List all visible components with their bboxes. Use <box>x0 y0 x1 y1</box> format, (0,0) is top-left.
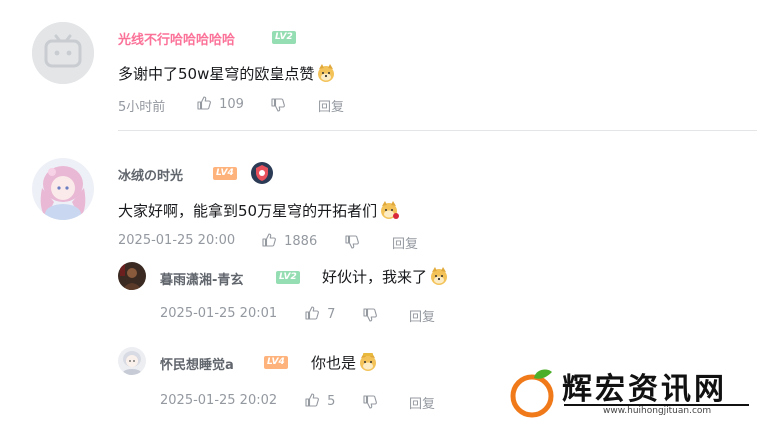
reply-button[interactable]: 回复 <box>392 233 418 252</box>
reply-text: 你也是 <box>311 354 357 372</box>
comment-text: 多谢中了50w星穹的欧皇点赞 <box>118 65 315 83</box>
level-badge: LV2 <box>272 31 296 44</box>
reply-time: 2025-01-25 20:02 <box>160 393 278 408</box>
username[interactable]: 光线不行哈哈哈哈哈 <box>118 29 235 48</box>
avatar[interactable] <box>32 22 94 84</box>
doge-emote-icon <box>318 64 335 82</box>
thumb-up-icon <box>305 393 319 407</box>
dislike-button[interactable] <box>362 307 378 327</box>
dark-avatar-icon <box>118 262 146 290</box>
like-button[interactable]: 7 <box>304 305 335 322</box>
avatar[interactable] <box>118 347 146 375</box>
watermark-text: 辉宏资讯网 <box>562 372 727 407</box>
default-avatar-icon <box>32 22 94 84</box>
level-badge: LV4 <box>213 167 237 180</box>
level-badge: LV4 <box>264 356 288 369</box>
thumb-up-icon <box>305 306 319 320</box>
anime-girl-avatar-icon <box>32 158 94 220</box>
dislike-button[interactable] <box>362 394 378 414</box>
divider <box>118 130 757 131</box>
like-count: 1886 <box>284 234 318 249</box>
doge-gold-emote-icon <box>360 353 377 371</box>
like-button[interactable]: 5 <box>304 392 335 409</box>
dislike-button[interactable] <box>344 234 360 254</box>
comment-time: 2025-01-25 20:00 <box>118 233 236 248</box>
username[interactable]: 暮雨潇湘-青玄 <box>160 269 243 288</box>
orange-logo-icon <box>510 369 554 418</box>
avatar[interactable] <box>32 158 94 220</box>
username[interactable]: 怀民想睡觉a <box>160 354 234 373</box>
reply-button[interactable]: 回复 <box>318 96 344 115</box>
like-count: 7 <box>327 307 336 322</box>
thumb-up-icon <box>197 96 211 110</box>
thumb-up-icon <box>262 233 276 247</box>
thumb-down-icon <box>345 235 359 249</box>
thumb-down-icon <box>363 395 377 409</box>
anime-avatar-icon <box>118 347 146 375</box>
reply-time: 2025-01-25 20:01 <box>160 306 278 321</box>
like-button[interactable]: 109 <box>196 95 244 112</box>
dislike-button[interactable] <box>270 97 286 117</box>
level-badge: LV2 <box>276 271 300 284</box>
username[interactable]: 冰绒の时光 <box>118 165 183 184</box>
avatar[interactable] <box>118 262 146 290</box>
doge-emote-icon <box>431 267 448 285</box>
like-button[interactable]: 1886 <box>261 232 317 249</box>
comment-text: 大家好啊，能拿到50万星穹的开拓者们 <box>118 202 378 220</box>
reply-button[interactable]: 回复 <box>409 306 435 325</box>
comment-content: 多谢中了50w星穹的欧皇点赞 <box>118 63 336 84</box>
reply-content: 好伙计，我来了 <box>322 266 449 287</box>
watermark-url: www.huihongjituan.com <box>600 406 715 416</box>
reply-content: 你也是 <box>311 352 378 373</box>
reply-text: 好伙计，我来了 <box>322 268 428 286</box>
shield-badge-icon <box>251 162 273 184</box>
doge-rose-emote-icon <box>381 201 400 219</box>
comment-time: 5小时前 <box>118 100 166 115</box>
thumb-down-icon <box>363 308 377 322</box>
like-count: 109 <box>219 97 244 112</box>
thumb-down-icon <box>271 98 285 112</box>
comment-content: 大家好啊，能拿到50万星穹的开拓者们 <box>118 200 400 221</box>
like-count: 5 <box>327 394 336 409</box>
reply-button[interactable]: 回复 <box>409 393 435 412</box>
